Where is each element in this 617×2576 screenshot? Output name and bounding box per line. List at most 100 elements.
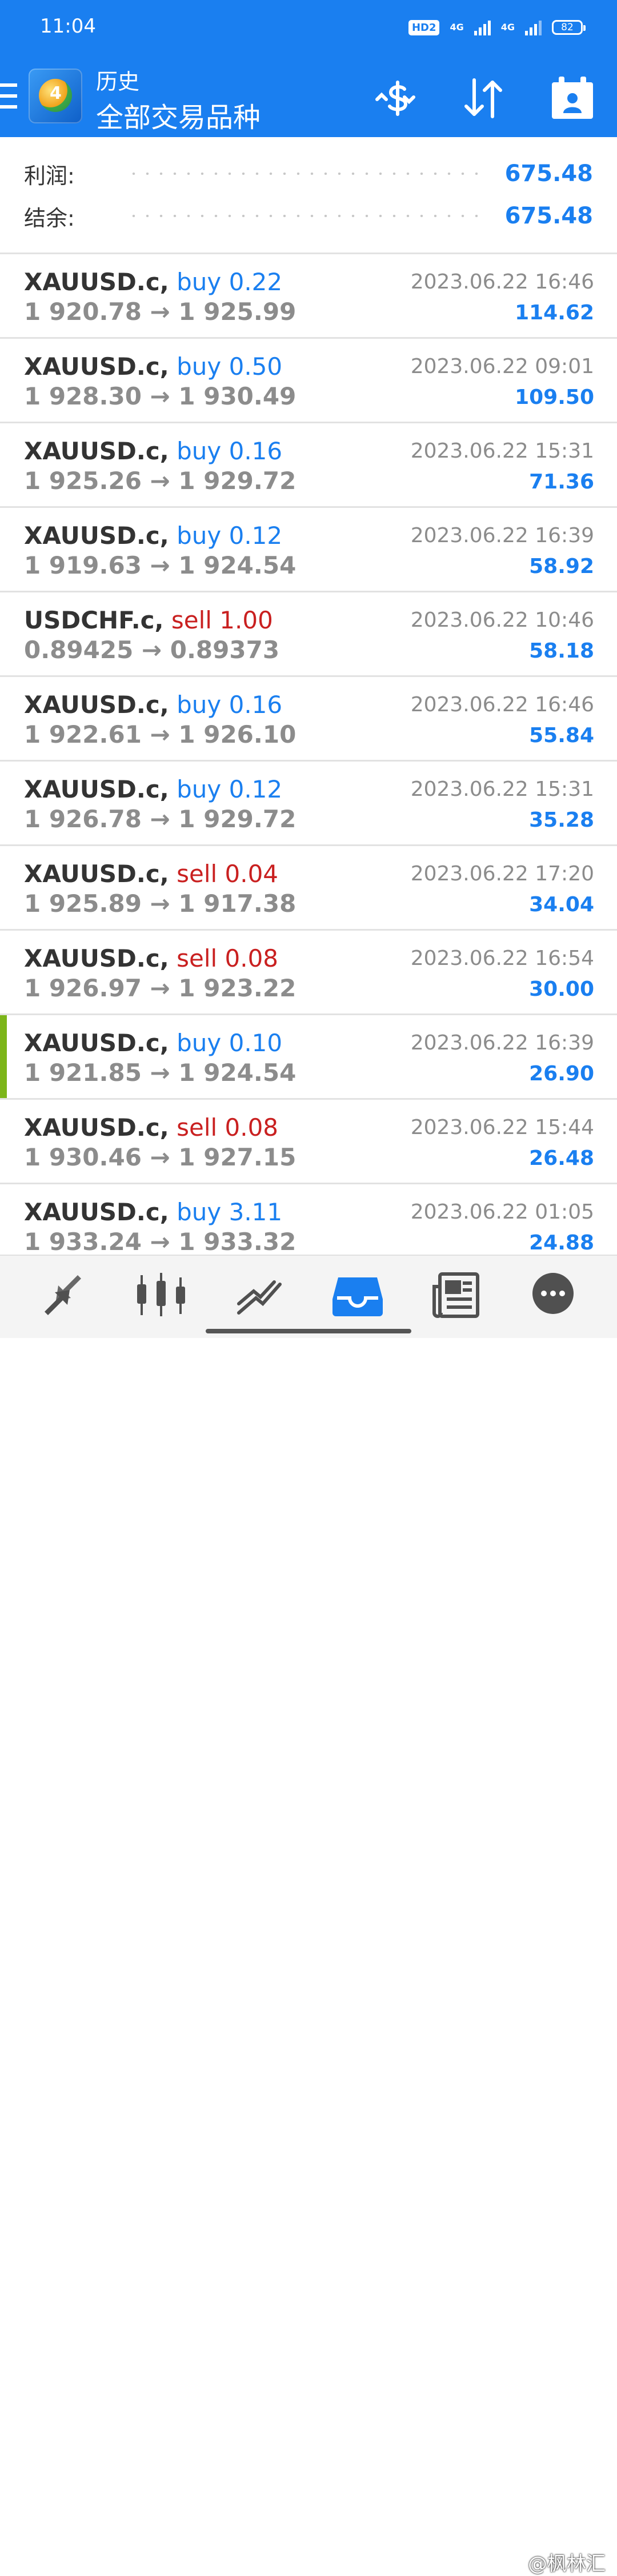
deal-time: 2023.06.22 15:31 — [410, 439, 594, 463]
deal-volume: 0.16 — [229, 691, 283, 719]
deal-open-price: 1 925.26 — [24, 467, 142, 495]
deal-title: XAUUSD.c, buy 0.12 — [24, 775, 282, 803]
dotted-leader — [127, 173, 488, 175]
messages-tab-icon[interactable] — [524, 1269, 582, 1321]
page-title[interactable]: 全部交易品种 — [96, 95, 261, 135]
deal-symbol: XAUUSD.c, — [24, 1029, 169, 1057]
metatrader-logo-icon[interactable]: 4 — [29, 69, 82, 123]
deal-side: buy — [177, 1198, 222, 1226]
deal-open-price: 1 922.61 — [24, 720, 142, 748]
deal-profit: 24.88 — [529, 1231, 594, 1255]
deal-time: 2023.06.22 17:20 — [410, 862, 594, 886]
deal-symbol: XAUUSD.c, — [24, 437, 169, 465]
deal-profit: 26.90 — [529, 1062, 594, 1085]
deal-volume: 0.22 — [229, 268, 283, 296]
network-type-2: 4G — [500, 22, 515, 33]
deal-symbol: XAUUSD.c, — [24, 268, 169, 296]
deal-history-list[interactable]: XAUUSD.c, buy 0.22 1 920.78 → 1 925.99 202… — [0, 253, 617, 1267]
deal-side: sell — [171, 606, 212, 634]
signal-icon-2 — [525, 19, 542, 35]
deal-close-price: 1 929.72 — [178, 467, 297, 495]
profit-value: 675.48 — [504, 161, 593, 187]
deal-close-price: 0.89373 — [170, 636, 280, 664]
bottom-navigation: @枫林汇 — [0, 1255, 617, 2575]
deal-close-price: 1 917.38 — [178, 890, 297, 918]
deal-side: buy — [177, 268, 222, 296]
profit-label: 利润: — [24, 163, 75, 189]
deal-profit: 58.18 — [529, 639, 594, 663]
deal-title: XAUUSD.c, sell 0.04 — [24, 860, 278, 888]
deal-profit: 109.50 — [515, 386, 594, 409]
trade-tab-icon[interactable] — [231, 1269, 288, 1321]
history-tab-icon[interactable] — [329, 1269, 386, 1321]
arrow-right-icon: → — [150, 720, 170, 748]
deal-side: buy — [177, 437, 222, 465]
calendar-icon[interactable] — [548, 74, 596, 122]
deal-volume: 0.12 — [229, 522, 283, 550]
deal-row[interactable]: XAUUSD.c, buy 0.50 1 928.30 → 1 930.49 202… — [0, 337, 617, 422]
deal-profit: 35.28 — [529, 808, 594, 832]
arrow-right-icon: → — [150, 1228, 170, 1256]
deal-close-price: 1 927.15 — [178, 1143, 297, 1171]
deal-symbol: XAUUSD.c, — [24, 1113, 169, 1141]
profit-row: 利润: 675.48 — [24, 157, 593, 191]
deal-symbol: XAUUSD.c, — [24, 1198, 169, 1226]
deal-profit: 30.00 — [529, 977, 594, 1001]
deal-profit: 26.48 — [529, 1147, 594, 1170]
deal-title: XAUUSD.c, buy 0.10 — [24, 1029, 282, 1057]
deal-profit: 114.62 — [515, 301, 594, 324]
deal-row[interactable]: XAUUSD.c, buy 0.12 1 919.63 → 1 924.54 202… — [0, 506, 617, 591]
deal-title: XAUUSD.c, buy 0.16 — [24, 437, 282, 465]
deal-row[interactable]: USDCHF.c, sell 1.00 0.89425 → 0.89373 2023… — [0, 591, 617, 675]
deal-open-price: 0.89425 — [24, 636, 134, 664]
deal-time: 2023.06.22 09:01 — [410, 355, 594, 378]
deal-close-price: 1 924.54 — [178, 1059, 297, 1087]
gesture-home-bar[interactable] — [206, 1329, 411, 1333]
deal-time: 2023.06.22 16:46 — [410, 270, 594, 294]
deal-prices: 1 919.63 → 1 924.54 — [24, 551, 296, 579]
quotes-tab-icon[interactable] — [34, 1269, 91, 1321]
deal-side: sell — [177, 944, 218, 972]
deal-row[interactable]: XAUUSD.c, buy 0.22 1 920.78 → 1 925.99 202… — [0, 253, 617, 337]
currency-exchange-icon[interactable] — [371, 74, 419, 122]
deal-title: XAUUSD.c, sell 0.08 — [24, 1113, 278, 1141]
deal-title: XAUUSD.c, buy 0.12 — [24, 522, 282, 550]
deal-time: 2023.06.22 10:46 — [410, 608, 594, 632]
arrow-right-icon: → — [150, 1059, 170, 1087]
deal-row[interactable]: XAUUSD.c, buy 0.16 1 922.61 → 1 926.10 202… — [0, 675, 617, 760]
deal-row[interactable]: XAUUSD.c, sell 0.08 1 930.46 → 1 927.15 20… — [0, 1098, 617, 1183]
sort-icon[interactable] — [459, 74, 507, 122]
deal-symbol: XAUUSD.c, — [24, 522, 169, 550]
deal-time: 2023.06.22 15:31 — [410, 778, 594, 801]
deal-row[interactable]: XAUUSD.c, sell 0.08 1 926.97 → 1 923.22 20… — [0, 929, 617, 1013]
deal-side: buy — [177, 522, 222, 550]
deal-open-price: 1 930.46 — [24, 1143, 142, 1171]
network-type-1: 4G — [450, 22, 464, 33]
arrow-right-icon: → — [150, 805, 170, 833]
chart-tab-icon[interactable] — [133, 1269, 190, 1321]
arrow-right-icon: → — [150, 890, 170, 918]
status-icons: HD2 4G 4G 82 — [408, 16, 586, 39]
deal-volume: 1.00 — [219, 606, 273, 634]
news-tab-icon[interactable] — [427, 1269, 484, 1321]
deal-side: buy — [177, 1029, 222, 1057]
deal-volume: 0.50 — [229, 352, 283, 380]
watermark-text: @枫林汇 — [528, 2553, 606, 2575]
deal-title: XAUUSD.c, buy 0.22 — [24, 268, 282, 296]
deal-close-price: 1 925.99 — [178, 298, 297, 326]
deal-symbol: XAUUSD.c, — [24, 352, 169, 380]
deal-profit: 71.36 — [529, 470, 594, 494]
deal-row[interactable]: XAUUSD.c, buy 0.16 1 925.26 → 1 929.72 202… — [0, 422, 617, 506]
deal-time: 2023.06.22 01:05 — [410, 1200, 594, 1224]
deal-open-price: 1 926.97 — [24, 974, 142, 1002]
menu-icon[interactable] — [0, 83, 17, 109]
deal-close-price: 1 926.10 — [178, 720, 297, 748]
deal-prices: 1 928.30 → 1 930.49 — [24, 382, 296, 410]
deal-symbol: XAUUSD.c, — [24, 775, 169, 803]
deal-row[interactable]: XAUUSD.c, buy 0.12 1 926.78 → 1 929.72 202… — [0, 760, 617, 844]
deal-row[interactable]: XAUUSD.c, sell 0.04 1 925.89 → 1 917.38 20… — [0, 844, 617, 929]
deal-time: 2023.06.22 15:44 — [410, 1116, 594, 1139]
deal-close-price: 1 924.54 — [178, 551, 297, 579]
deal-symbol: XAUUSD.c, — [24, 691, 169, 719]
deal-row[interactable]: XAUUSD.c, buy 0.10 1 921.85 → 1 924.54 202… — [0, 1013, 617, 1098]
